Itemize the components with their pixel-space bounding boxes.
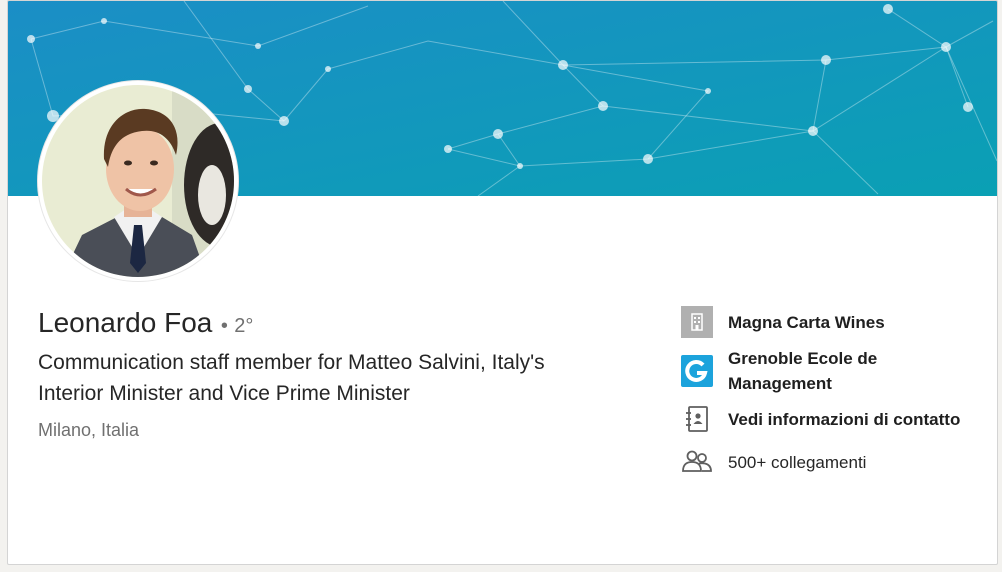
school-logo-icon: [681, 355, 713, 387]
sidebar-item-connections[interactable]: 500+ collegamenti: [681, 446, 978, 478]
connections-count: 500+ collegamenti: [728, 452, 867, 472]
people-icon: [681, 446, 713, 478]
headline-line-2: Interior Minister and Vice Prime Ministe…: [38, 382, 410, 405]
degree-separator: •: [220, 315, 228, 337]
connection-degree: 2°: [234, 315, 254, 337]
school-label: Grenoble Ecole de Management: [728, 349, 878, 393]
contact-info-link: Vedi informazioni di contatto: [728, 409, 961, 429]
company-label: Magna Carta Wines: [728, 312, 885, 332]
sidebar-item-school[interactable]: Grenoble Ecole de Management: [681, 346, 888, 396]
profile-location: Milano, Italia: [38, 420, 140, 440]
profile-photo[interactable]: [38, 81, 238, 281]
profile-name: Leonardo Foa: [38, 307, 213, 338]
name-row: Leonardo Foa • 2°: [38, 307, 253, 339]
contact-book-icon: [681, 403, 713, 435]
sidebar-item-company[interactable]: Magna Carta Wines: [681, 306, 978, 338]
profile-headline: Communication staff member for Matteo Sa…: [38, 347, 638, 409]
headline-line-1: Communication staff member for Matteo Sa…: [38, 351, 545, 374]
profile-card: Leonardo Foa • 2° Communication staff me…: [7, 0, 998, 565]
building-icon: [681, 306, 713, 338]
sidebar-item-contact[interactable]: Vedi informazioni di contatto: [681, 403, 978, 435]
